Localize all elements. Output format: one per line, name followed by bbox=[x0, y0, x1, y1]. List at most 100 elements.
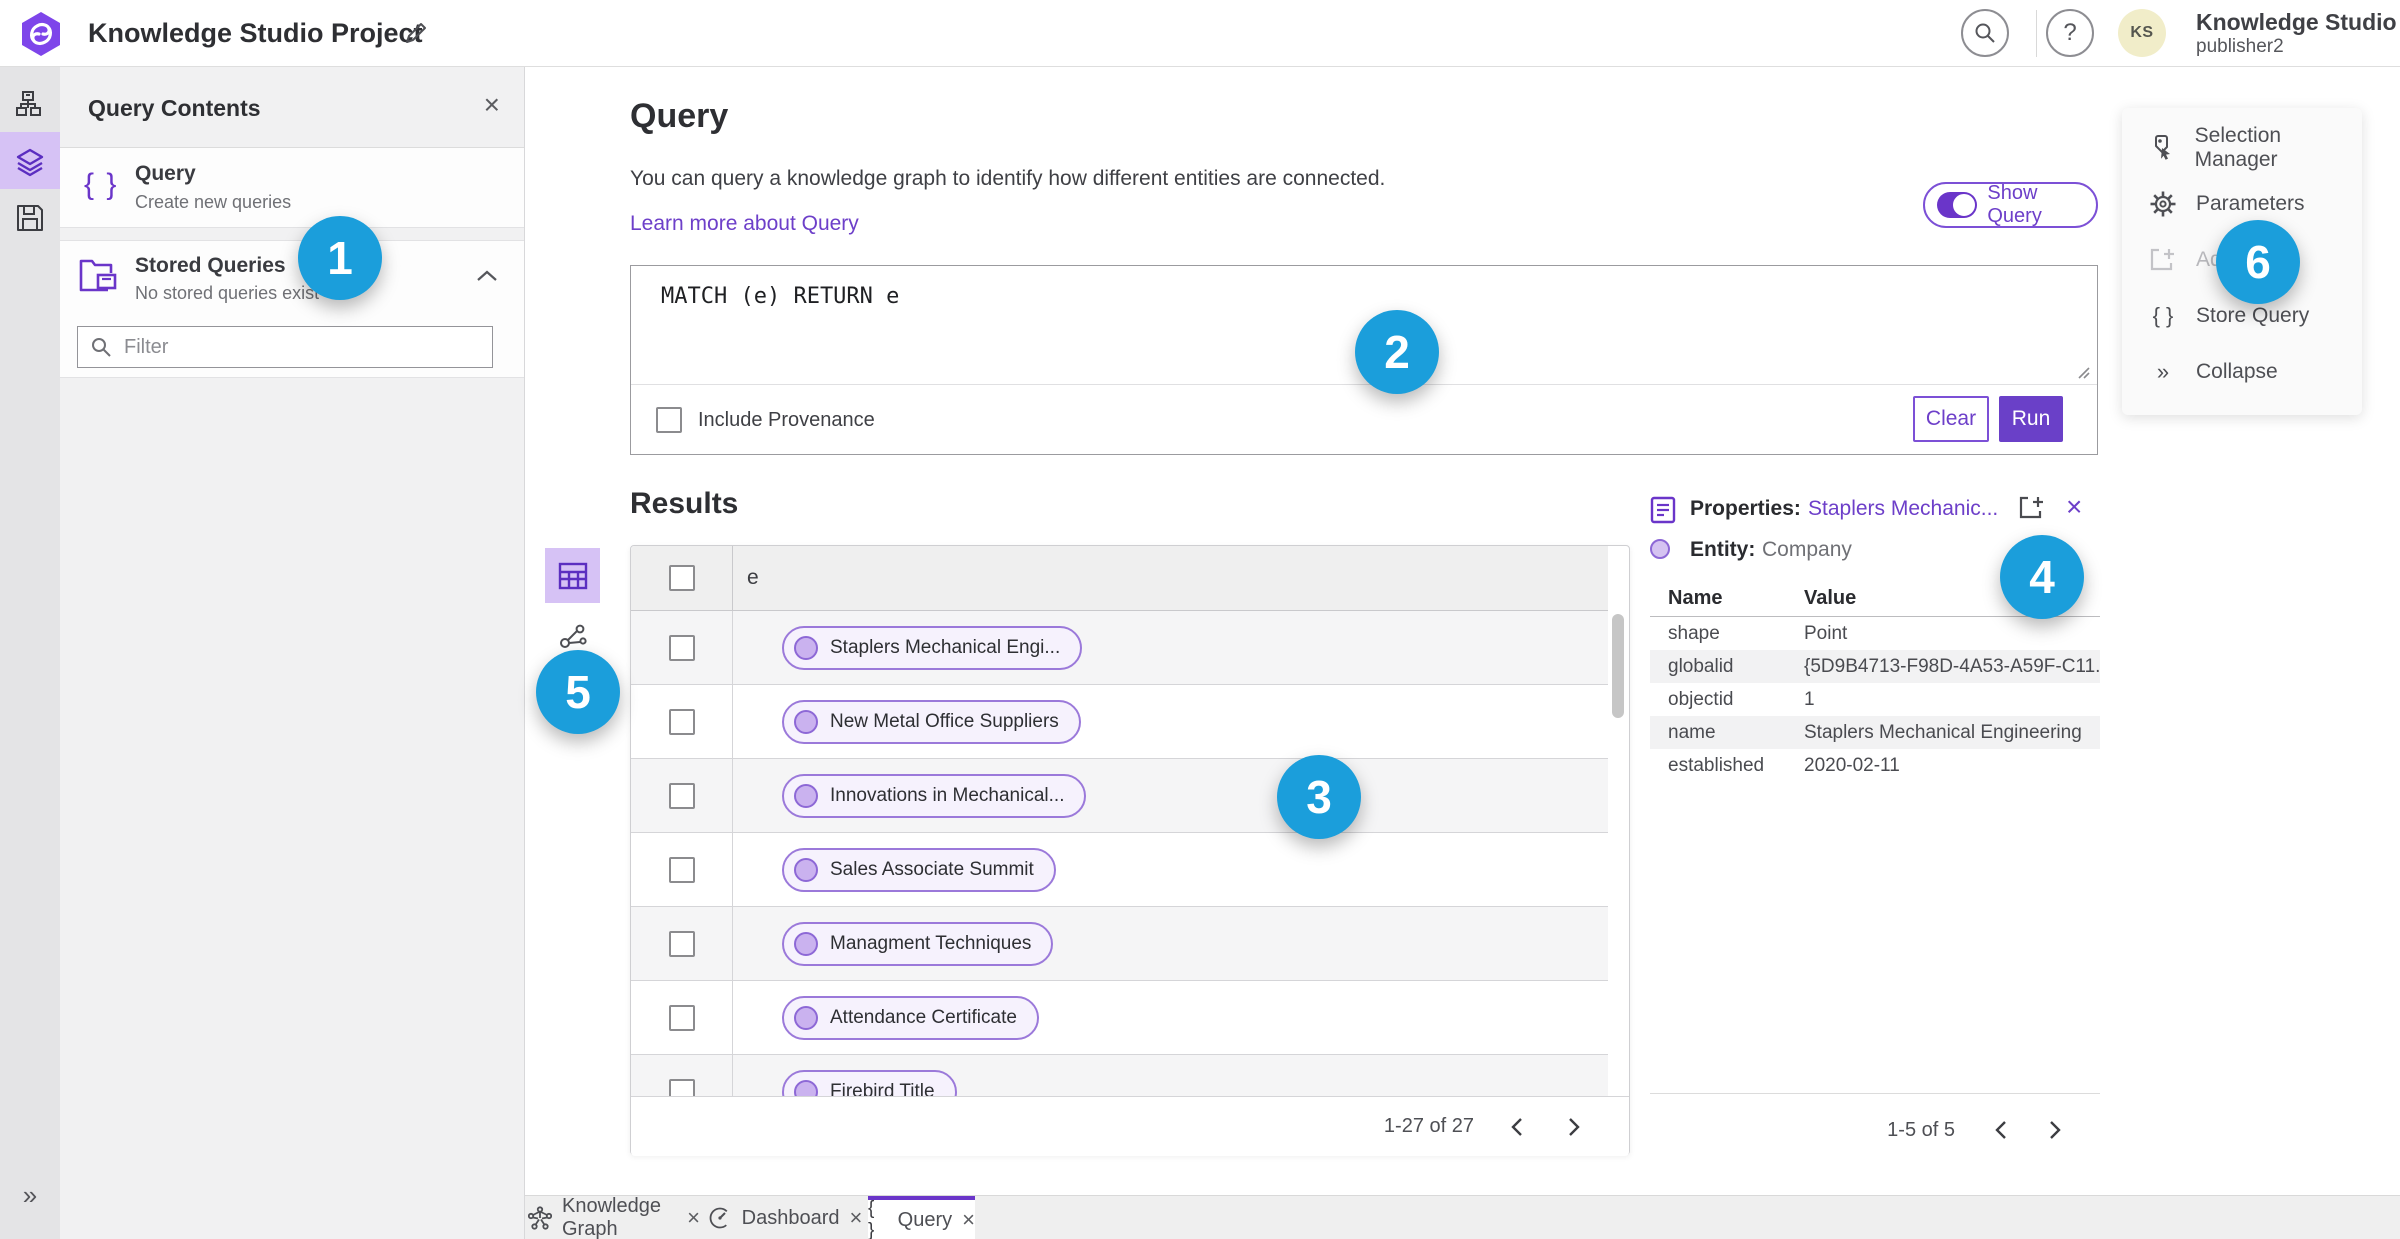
row-checkbox[interactable] bbox=[668, 930, 695, 957]
annotation-3: 3 bbox=[1277, 755, 1361, 839]
results-table-header: e bbox=[631, 545, 1608, 611]
property-row: shape Point bbox=[1668, 622, 1848, 644]
toggle-on-icon bbox=[1937, 192, 1978, 218]
results-title: Results bbox=[630, 487, 739, 520]
user-role: publisher2 bbox=[2196, 36, 2284, 57]
table-row[interactable]: Firebird Title bbox=[631, 1055, 1608, 1096]
bottom-tab-bar: Knowledge Graph × Dashboard × { } Query … bbox=[525, 1195, 2400, 1239]
entity-dot-icon bbox=[794, 709, 818, 734]
entity-chip[interactable]: Sales Associate Summit bbox=[782, 847, 1056, 892]
properties-entity-link[interactable]: Staplers Mechanic... bbox=[1808, 497, 1998, 521]
top-bar: Knowledge Studio Project ? KS Knowledge … bbox=[0, 0, 2400, 67]
table-row[interactable]: Innovations in Mechanical... bbox=[631, 759, 1608, 833]
table-row[interactable]: Sales Associate Summit bbox=[631, 833, 1608, 907]
hierarchy-icon bbox=[15, 89, 45, 119]
user-avatar[interactable]: KS bbox=[2118, 9, 2166, 57]
row-checkbox[interactable] bbox=[668, 708, 695, 735]
show-query-toggle[interactable]: Show Query bbox=[1923, 182, 2098, 228]
learn-more-link[interactable]: Learn more about Query bbox=[630, 212, 859, 236]
next-page-button[interactable] bbox=[1557, 1111, 1591, 1143]
annotation-5: 5 bbox=[536, 650, 620, 734]
user-block[interactable]: Knowledge Studio publisher2 bbox=[2196, 8, 2397, 58]
list-item-query[interactable]: { } Query Create new queries bbox=[60, 148, 524, 228]
entity-chip[interactable]: Firebird Title bbox=[782, 1069, 957, 1096]
include-provenance-control[interactable]: Include Provenance bbox=[656, 407, 875, 433]
rail-expand-button[interactable]: » bbox=[0, 1180, 60, 1211]
help-button[interactable]: ? bbox=[2046, 9, 2094, 57]
row-checkbox[interactable] bbox=[668, 856, 695, 883]
results-table-card: e Staplers Mechanical Engi... New Metal … bbox=[630, 545, 1630, 1156]
rail-item-layers[interactable] bbox=[0, 132, 60, 189]
search-icon bbox=[1973, 21, 1997, 45]
tab-knowledge-graph[interactable]: Knowledge Graph × bbox=[528, 1195, 700, 1239]
results-table-body: Staplers Mechanical Engi... New Metal Of… bbox=[631, 611, 1608, 1096]
clear-button[interactable]: Clear bbox=[1913, 396, 1989, 442]
entity-dot-icon bbox=[794, 1005, 818, 1030]
show-query-label: Show Query bbox=[1987, 182, 2042, 227]
row-checkbox[interactable] bbox=[668, 1004, 695, 1031]
query-footer: Include Provenance Clear Run bbox=[631, 385, 2097, 456]
results-view-switcher bbox=[545, 548, 600, 661]
close-panel-icon[interactable]: × bbox=[484, 91, 500, 119]
chevron-up-icon[interactable] bbox=[476, 269, 498, 283]
results-scrollbar[interactable] bbox=[1612, 614, 1624, 1093]
prev-page-button[interactable] bbox=[1984, 1114, 2018, 1146]
properties-title: Properties: bbox=[1690, 497, 1801, 520]
rail-item-save[interactable] bbox=[0, 189, 60, 246]
filter-search-icon bbox=[90, 336, 112, 358]
menu-item-collapse[interactable]: » Collapse bbox=[2122, 344, 2362, 400]
menu-item-selection-manager[interactable]: Selection Manager bbox=[2122, 120, 2362, 176]
entity-chip[interactable]: Managment Techniques bbox=[782, 921, 1054, 966]
row-checkbox[interactable] bbox=[668, 782, 695, 809]
entity-dot-icon bbox=[794, 635, 818, 660]
properties-doc-icon bbox=[1650, 496, 1676, 524]
select-all-checkbox[interactable] bbox=[668, 565, 695, 591]
rail-item-hierarchy[interactable] bbox=[0, 75, 60, 132]
braces-icon: { } bbox=[84, 168, 119, 201]
next-page-button[interactable] bbox=[2038, 1114, 2072, 1146]
dashboard-gauge-icon bbox=[708, 1206, 732, 1230]
app-logo-icon[interactable] bbox=[20, 11, 62, 57]
filter-input[interactable] bbox=[124, 335, 480, 359]
tab-dashboard[interactable]: Dashboard × bbox=[709, 1196, 862, 1239]
table-row[interactable]: Managment Techniques bbox=[631, 907, 1608, 981]
property-row: objectid 1 bbox=[1668, 688, 1815, 710]
results-pagination: 1-27 of 27 bbox=[631, 1096, 1629, 1156]
close-properties-icon[interactable]: × bbox=[2066, 493, 2082, 521]
include-provenance-checkbox[interactable] bbox=[656, 407, 682, 433]
braces-icon: { } bbox=[2152, 303, 2174, 328]
run-button[interactable]: Run bbox=[1999, 396, 2063, 442]
entity-dot-icon bbox=[794, 783, 818, 808]
table-row[interactable]: Attendance Certificate bbox=[631, 981, 1608, 1055]
scrollbar-thumb[interactable] bbox=[1612, 614, 1624, 718]
row-checkbox[interactable] bbox=[668, 634, 695, 661]
resize-handle-icon[interactable] bbox=[2075, 364, 2091, 380]
global-search-button[interactable] bbox=[1961, 9, 2009, 57]
entity-chip[interactable]: Staplers Mechanical Engi... bbox=[782, 625, 1083, 670]
knowledge-graph-icon bbox=[528, 1206, 552, 1230]
edit-title-icon[interactable] bbox=[403, 20, 429, 46]
table-row[interactable]: Staplers Mechanical Engi... bbox=[631, 611, 1608, 685]
main-content: Query You can query a knowledge graph to… bbox=[525, 67, 2400, 1195]
table-view-button[interactable] bbox=[545, 548, 600, 603]
list-item-stored-queries[interactable]: Stored Queries No stored queries exist bbox=[60, 240, 524, 378]
close-tab-icon[interactable]: × bbox=[962, 1207, 975, 1233]
table-row[interactable]: New Metal Office Suppliers bbox=[631, 685, 1608, 759]
question-icon: ? bbox=[2063, 19, 2077, 46]
add-to-map-icon[interactable] bbox=[2018, 495, 2046, 521]
properties-page-range: 1-5 of 5 bbox=[1887, 1119, 1955, 1141]
close-tab-icon[interactable]: × bbox=[850, 1205, 863, 1231]
page-description: You can query a knowledge graph to ident… bbox=[630, 167, 1386, 190]
stored-queries-filter bbox=[77, 326, 493, 368]
close-tab-icon[interactable]: × bbox=[687, 1205, 700, 1231]
graph-view-icon bbox=[558, 621, 588, 651]
entity-chip[interactable]: Attendance Certificate bbox=[782, 995, 1039, 1040]
entity-chip[interactable]: New Metal Office Suppliers bbox=[782, 699, 1081, 744]
tab-query-active[interactable]: { } Query × bbox=[868, 1196, 975, 1239]
prev-page-button[interactable] bbox=[1500, 1111, 1534, 1143]
row-checkbox[interactable] bbox=[668, 1078, 695, 1096]
table-view-icon bbox=[558, 562, 588, 590]
entity-dot-icon bbox=[794, 931, 818, 956]
left-icon-rail: » bbox=[0, 67, 60, 1239]
entity-chip[interactable]: Innovations in Mechanical... bbox=[782, 773, 1087, 818]
